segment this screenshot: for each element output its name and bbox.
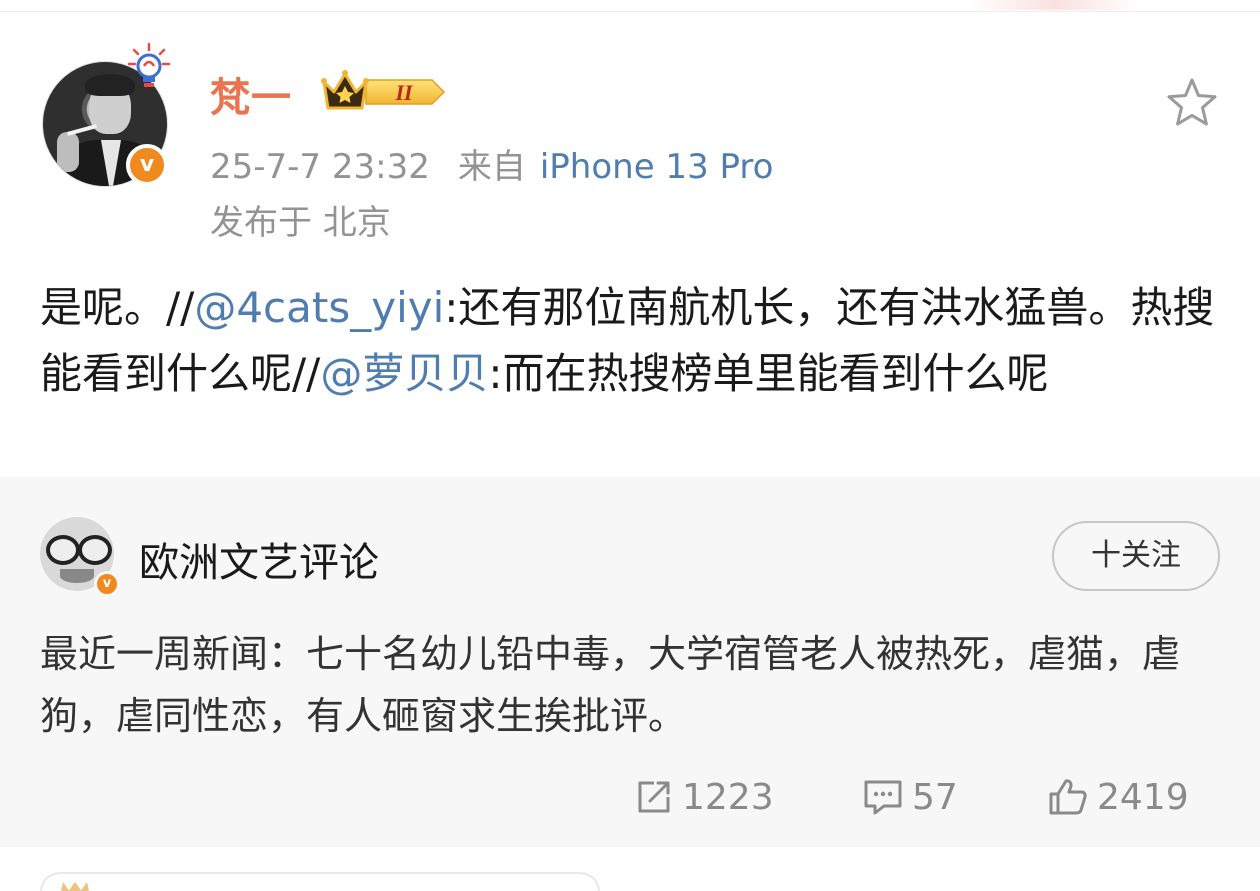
like-button[interactable]: 2419 [1047, 767, 1189, 827]
comment-count: 57 [912, 776, 958, 818]
crown-icon: II [321, 70, 446, 110]
source-device-link[interactable]: iPhone 13 Pro [540, 147, 774, 187]
comment-button[interactable]: 57 [862, 767, 958, 827]
repost-author-name[interactable]: 欧洲文艺评论 [139, 530, 379, 588]
top-decoration [970, 0, 1140, 10]
author-name[interactable]: 梵一 [210, 65, 292, 123]
mention-link-luobeibei[interactable]: @萝贝贝 [320, 349, 488, 398]
top-divider [0, 0, 1260, 12]
action-bar: 1223 57 2419 [0, 767, 1260, 827]
repost-count: 1223 [682, 776, 774, 818]
post-text-segment: 是呢。// [40, 283, 195, 332]
mention-link-4cats[interactable]: @4cats_yiyi [194, 283, 444, 332]
like-count: 2419 [1097, 776, 1189, 818]
weibo-post-page: v 梵一 II 25-7-7 23:32 来自 iPhone 13 Pro 发布于 … [0, 0, 1260, 891]
comment-icon [864, 780, 902, 815]
post-text-segment: :而在热搜榜单里能看到什么呢 [488, 349, 1049, 398]
like-icon [1049, 779, 1087, 815]
reposted-content[interactable]: v 欧洲文艺评论 十关注 最近一周新闻：七十名幼儿铅中毒，大学宿管老人被热死，虐… [0, 477, 1260, 847]
source-prefix: 来自 [457, 147, 526, 187]
post-date: 25-7-7 23:32 [210, 147, 430, 187]
verified-badge: v [94, 571, 120, 597]
level-badge-text: II [394, 80, 414, 105]
verified-badge: v [126, 144, 168, 186]
post-meta: 25-7-7 23:32 来自 iPhone 13 Pro [210, 139, 773, 188]
repost-icon [638, 781, 670, 813]
repost-button[interactable]: 1223 [634, 767, 774, 827]
follow-button[interactable]: 十关注 [1052, 521, 1220, 591]
star-icon[interactable] [1164, 76, 1220, 130]
next-item-card[interactable] [40, 872, 600, 891]
post-location: 发布于 北京 [210, 203, 391, 243]
post-body: 是呢。//@4cats_yiyi:还有那位南航机长，还有洪水猛兽。热搜能看到什么… [40, 275, 1230, 407]
repost-body: 最近一周新闻：七十名幼儿铅中毒，大学宿管老人被热死，虐猫，虐狗，虐同性恋，有人砸… [40, 632, 1181, 738]
lightbulb-icon [127, 42, 171, 87]
